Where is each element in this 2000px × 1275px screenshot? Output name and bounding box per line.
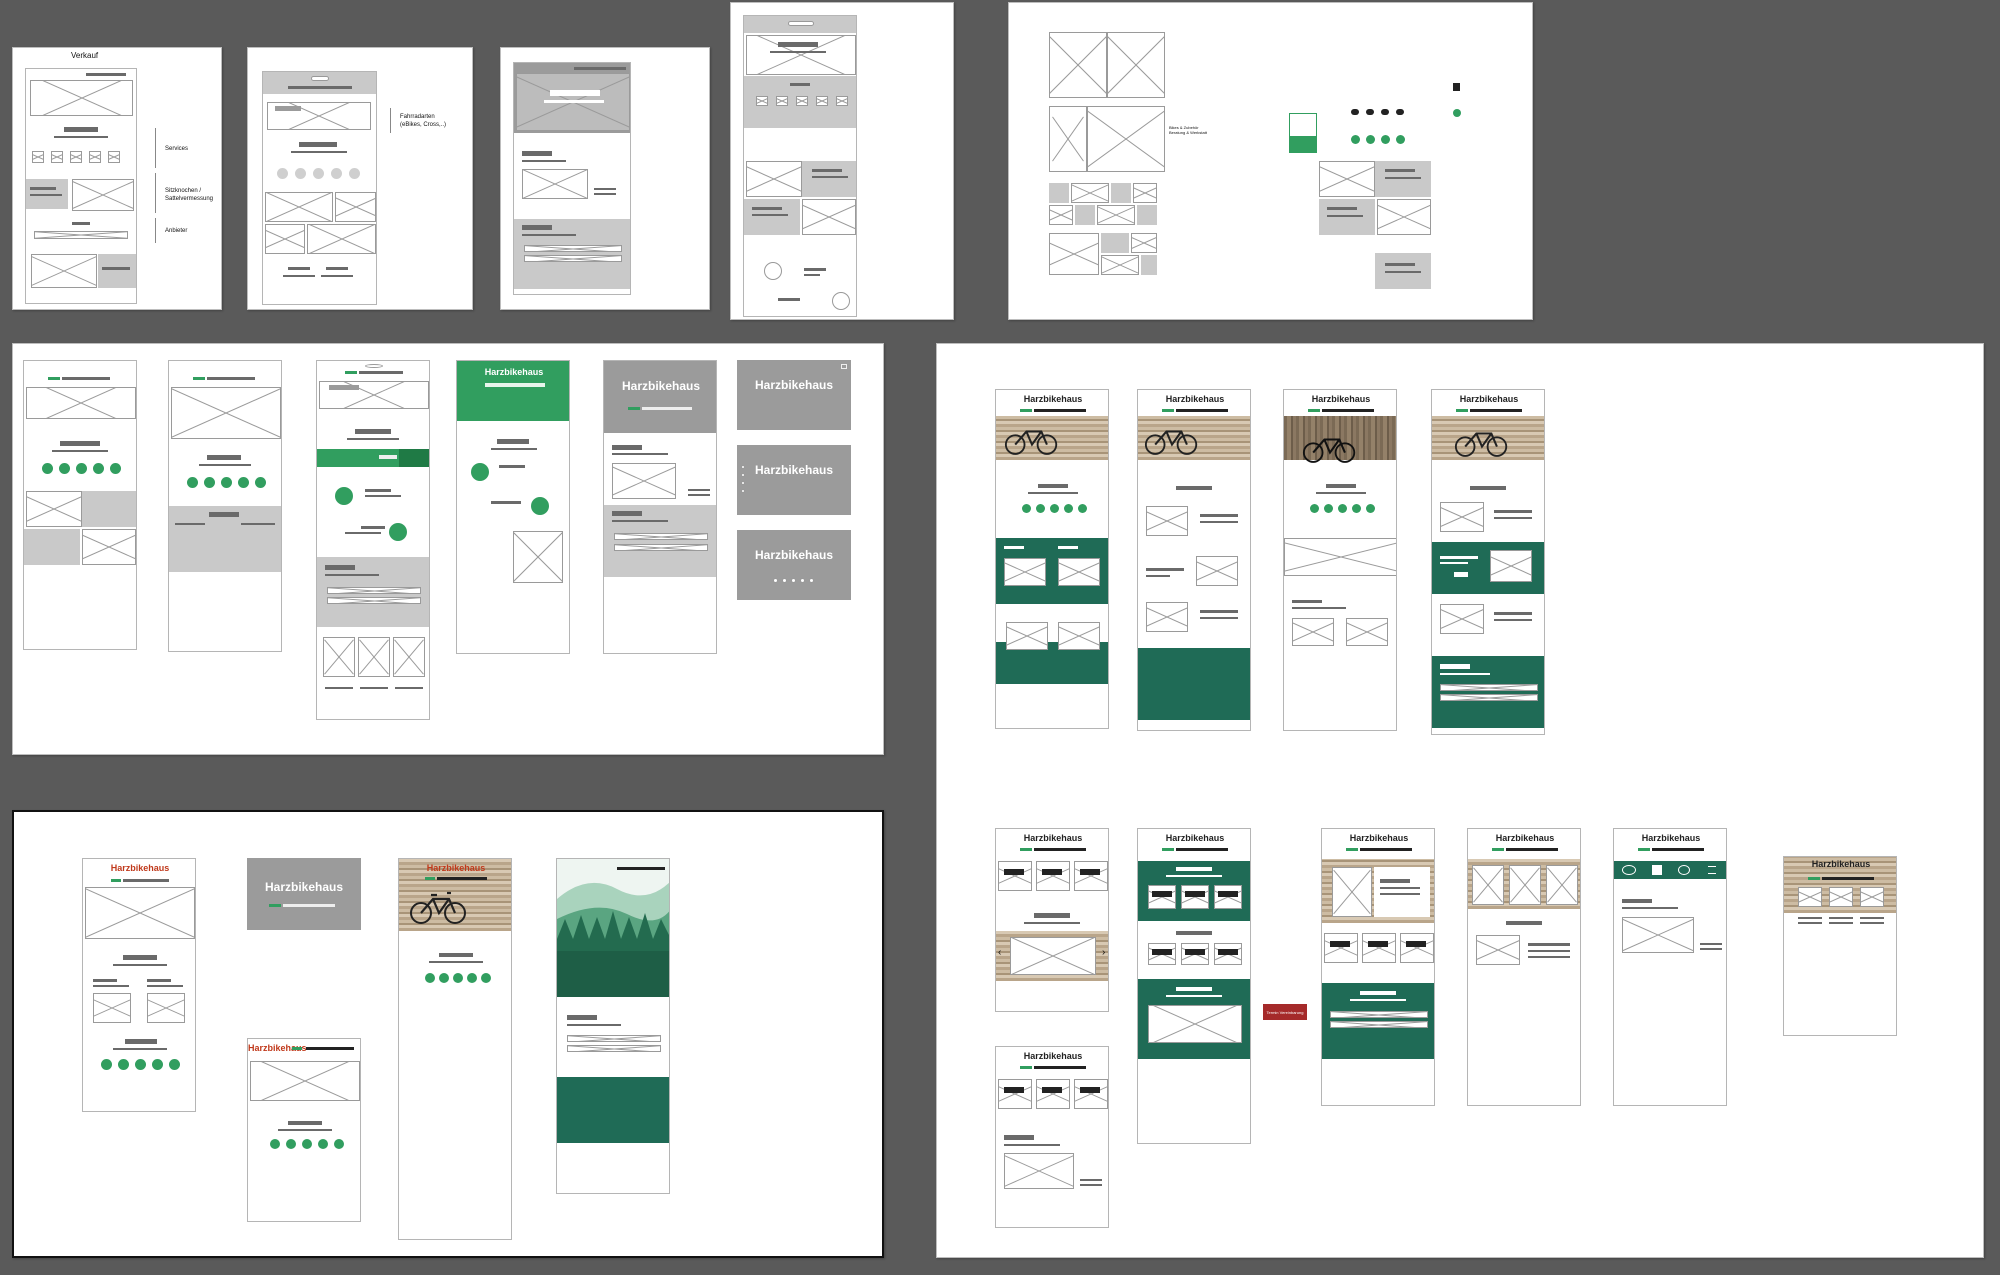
artboard-component-sketches: Bikes & Zubehör Beratung & Werkstatt [1008,2,1533,320]
brand-logo: Harzbikehaus [264,880,344,894]
bike-image [1004,430,1058,455]
brand-logo: Harzbikehaus [754,548,834,562]
brand-logo: Harzbikehaus [1165,833,1225,843]
brand-logo: Harzbikehaus [1811,859,1871,869]
artboard-hifi-designs: Harzbikehaus Harzbikehaus Harzbikehaus H… [936,343,1984,1258]
bike-image [1144,430,1198,455]
artboard-sketch-fahrradarten: Fahrradarten (eBikes, Cross,..) [247,47,473,310]
artboard-sketch-verkauf: Verkauf Services Sitzknochen / Sattelver… [12,47,222,310]
artboard-lowfi-wireframes: Harzbikehaus Harzbikehaus Harzbikehaus H… [12,343,884,755]
brand-logo: Harzbikehaus [1311,394,1371,404]
label-sitzknochen: Sitzknochen / Sattelvermessung [165,188,214,202]
bike-image [1454,432,1508,457]
brand-logo: Harzbikehaus [1641,833,1701,843]
brand-logo: Harzbikehaus [1165,394,1225,404]
brand-logo: Harzbikehaus [754,378,834,392]
brand-logo: Harzbikehaus [426,863,486,873]
termin-button[interactable]: Termin Vereinbarung [1263,1004,1307,1020]
frame-verkauf [25,68,137,304]
label-anbieter: Anbieter [165,228,188,234]
brand-logo: Harzbikehaus [1023,394,1083,404]
brand-logo: Harzbikehaus [484,367,544,377]
brand-logo: Harzbikehaus [621,379,701,393]
label-services: Services [165,146,189,152]
artboard-sketch-4 [730,2,954,320]
brand-logo: Harzbikehaus [1349,833,1409,843]
label-verkauf: Verkauf [71,51,99,60]
brand-logo: Harzbikehaus [754,463,834,477]
artboard-sketch-3 [500,47,710,310]
brand-logo: Harzbikehaus [1023,833,1083,843]
brand-logo: Harzbikehaus [1023,1051,1083,1061]
forest-illustration [557,859,669,997]
bike-image [410,891,466,924]
brand-logo: Harzbikehaus [248,1043,307,1053]
label-fahrradarten: Fahrradarten (eBikes, Cross,..) [400,114,447,128]
brand-logo: Harzbikehaus [110,863,170,873]
brand-logo: Harzbikehaus [1459,394,1519,404]
brand-logo: Harzbikehaus [1495,833,1555,843]
bike-image [1302,438,1356,463]
artboard-styled-wireframes: Harzbikehaus Harzbikehaus Harzbikehaus H… [12,810,884,1258]
frame-fahrradarten [262,71,377,305]
